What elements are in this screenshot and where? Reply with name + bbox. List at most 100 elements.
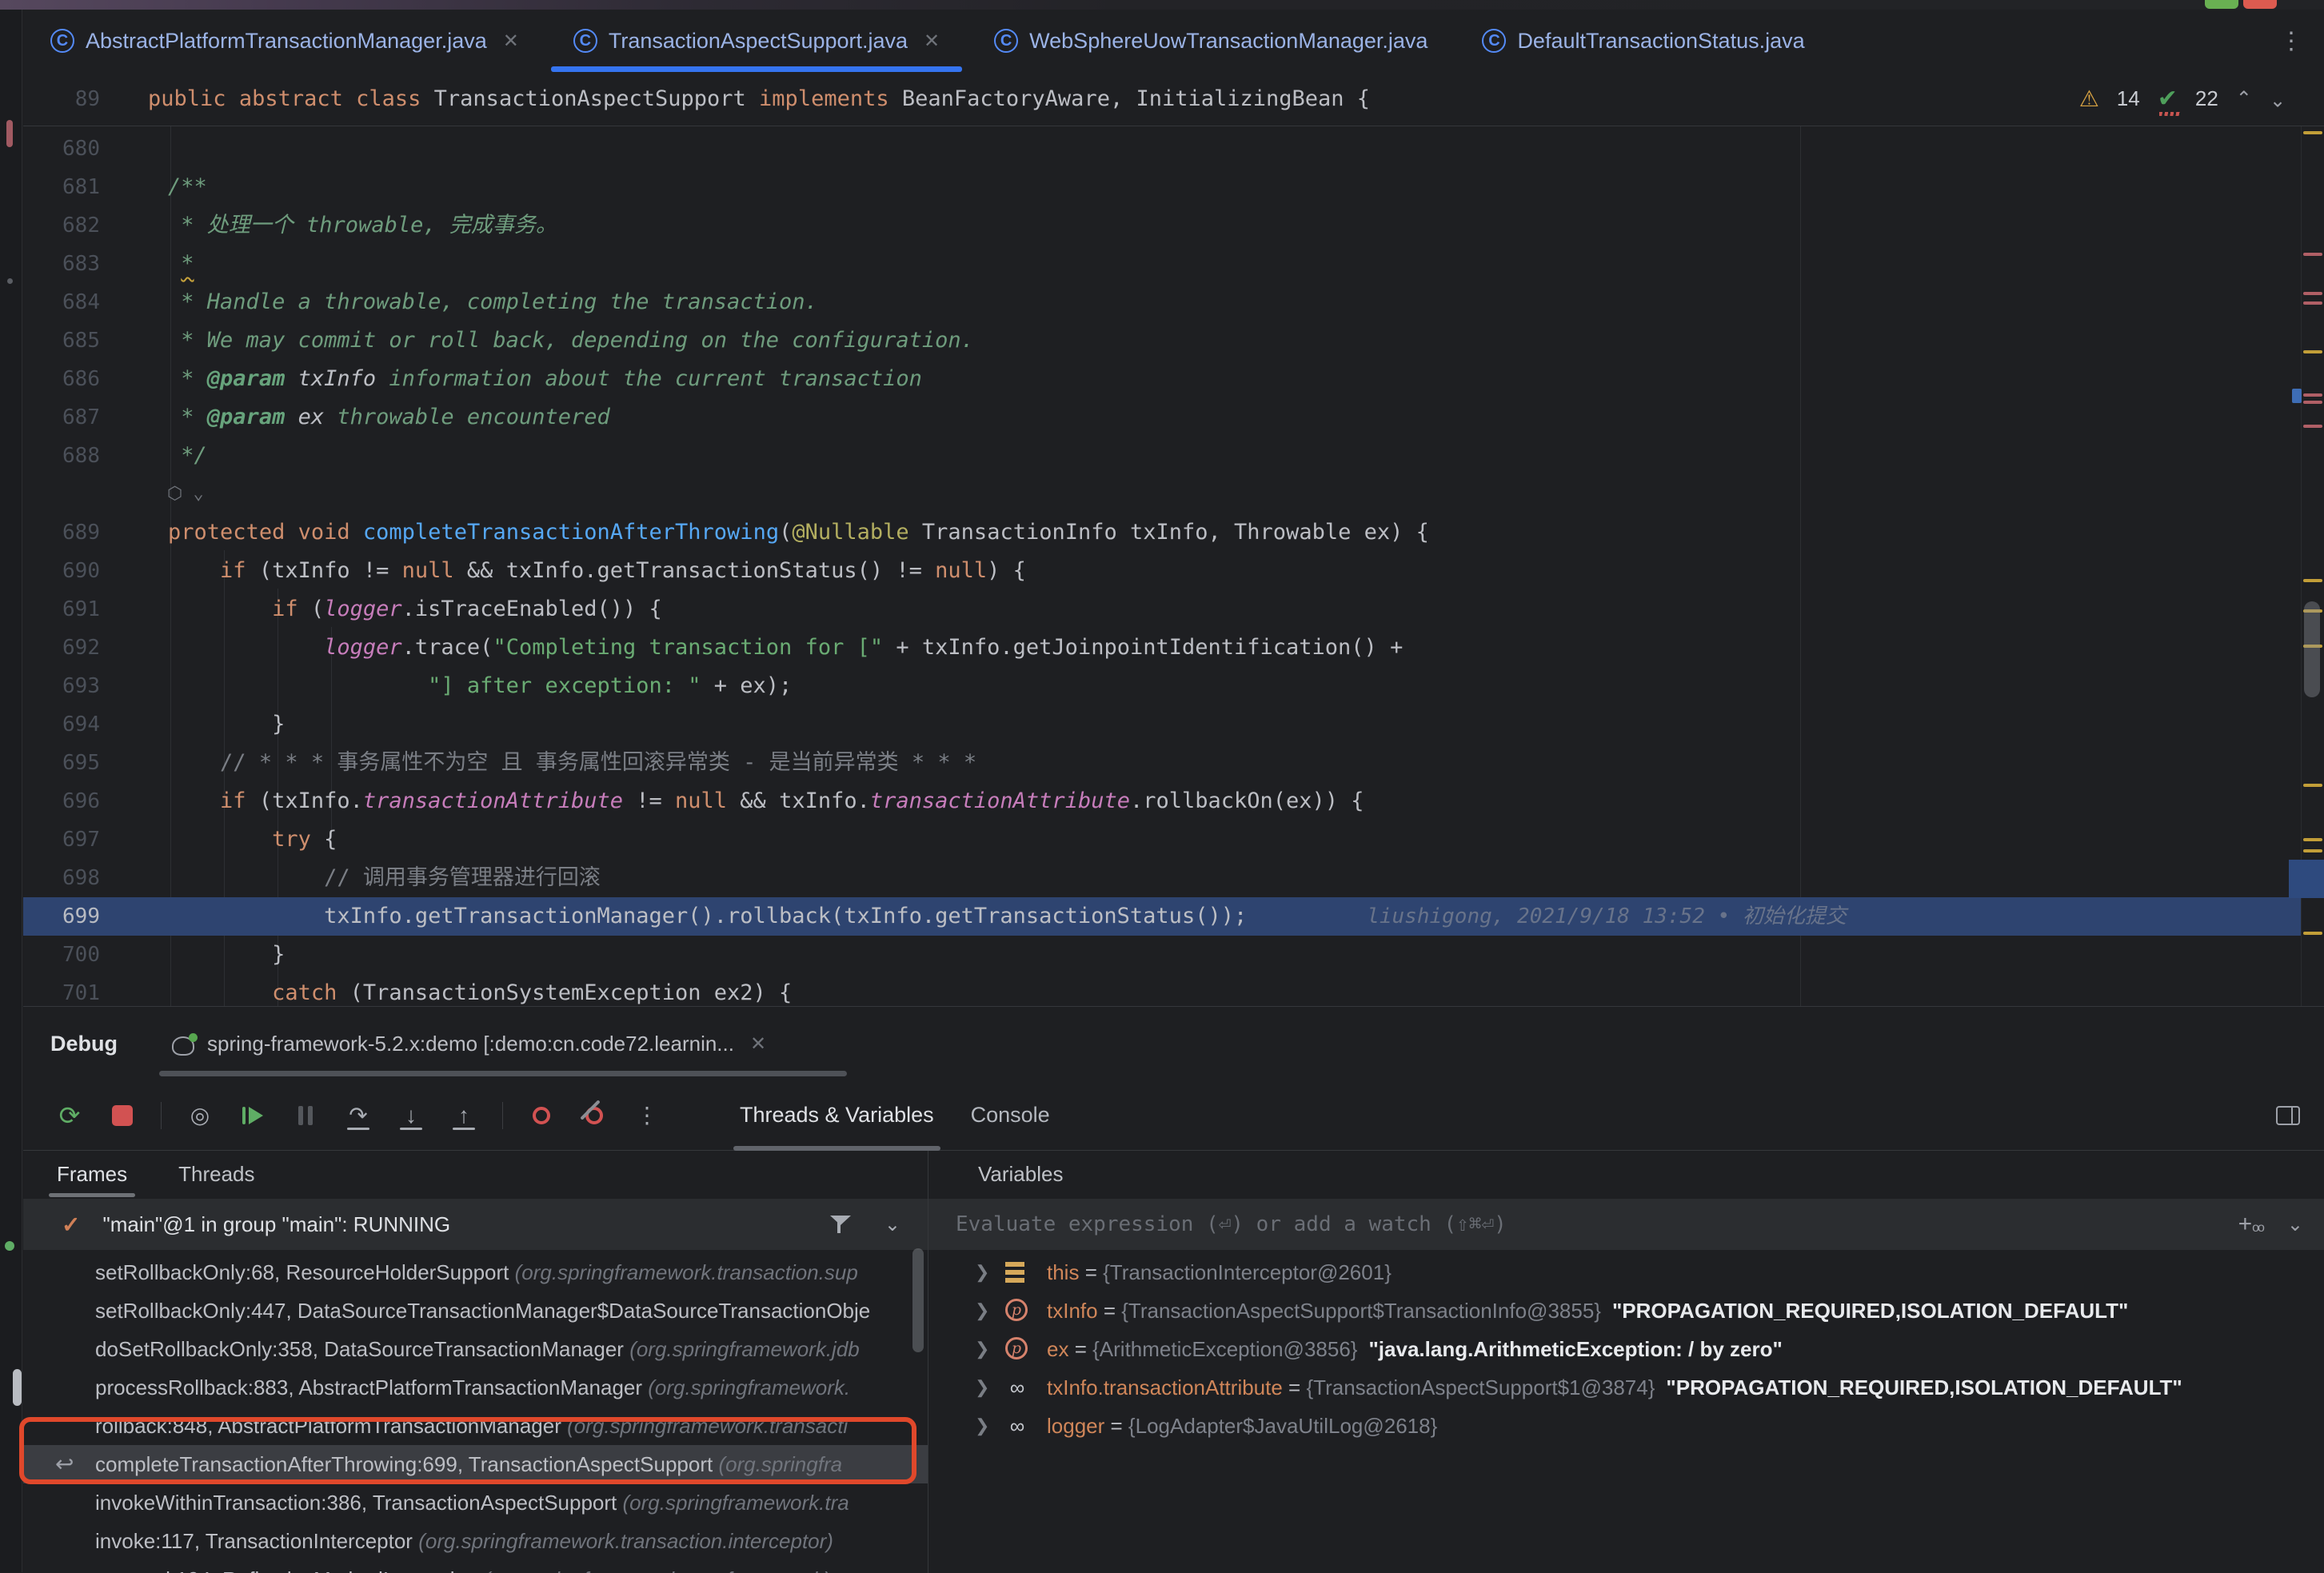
prev-problem-icon[interactable]: ⌃ (2236, 87, 2252, 110)
code-line[interactable]: 687 * @param ex throwable encountered (23, 398, 2324, 437)
stack-frame[interactable]: setRollbackOnly:68, ResourceHolderSuppor… (23, 1253, 928, 1292)
stripe-error-mark[interactable] (2303, 425, 2322, 428)
expand-chevron-icon[interactable]: ❯ (975, 1292, 989, 1330)
variable-row[interactable]: ❯∞txInfo.transactionAttribute = {Transac… (928, 1368, 2324, 1407)
expand-chevron-icon[interactable]: ❯ (975, 1253, 989, 1292)
line-number[interactable]: 696 (23, 782, 100, 820)
stack-frame[interactable]: invoke:117, TransactionInterceptor (org.… (23, 1522, 928, 1560)
tab-frames[interactable]: Frames (52, 1151, 132, 1197)
line-number[interactable]: 692 (23, 629, 100, 667)
stripe-error-mark[interactable] (2303, 301, 2322, 305)
stripe-error-mark[interactable] (2303, 253, 2322, 256)
tab-console[interactable]: Console (964, 1080, 1056, 1151)
line-number[interactable]: 687 (23, 398, 100, 437)
stack-frame[interactable]: setRollbackOnly:447, DataSourceTransacti… (23, 1292, 928, 1330)
tab-close-icon[interactable]: ✕ (503, 30, 519, 53)
next-problem-icon[interactable]: ⌃ (2270, 87, 2286, 110)
code-line[interactable]: 680 (23, 130, 2324, 168)
frames-scrollbar-thumb[interactable] (912, 1248, 924, 1352)
line-number[interactable]: 684 (23, 283, 100, 321)
stripe-warning-mark[interactable] (2303, 579, 2322, 582)
tool-window-stripe[interactable] (0, 10, 22, 1572)
check-count[interactable]: 22 (2195, 86, 2218, 111)
code-line[interactable]: 701 catch (TransactionSystemException ex… (23, 974, 2324, 1006)
editor-tab[interactable]: CTransactionAspectSupport.java✕ (546, 10, 967, 72)
stripe-warning-mark[interactable] (2303, 131, 2322, 134)
stripe-error-mark[interactable] (2303, 292, 2322, 295)
code-line[interactable]: 696 if (txInfo.transactionAttribute != n… (23, 782, 2324, 820)
code-line[interactable]: 693 "] after exception: " + ex); (23, 667, 2324, 705)
code-line[interactable]: 683 * (23, 245, 2324, 283)
editor-tab[interactable]: CDefaultTransactionStatus.java (1455, 10, 1831, 72)
code-line[interactable]: 689 protected void completeTransactionAf… (23, 513, 2324, 552)
line-number[interactable]: 683 (23, 245, 100, 283)
tab-close-icon[interactable]: ✕ (924, 30, 940, 53)
show-execution-point-button[interactable]: ◎ (186, 1101, 214, 1130)
code-line[interactable]: 690 if (txInfo != null && txInfo.getTran… (23, 552, 2324, 590)
step-into-button[interactable]: ↓ (397, 1101, 425, 1130)
chevron-down-icon[interactable]: ⌄ (2287, 1213, 2303, 1236)
line-number[interactable]: 694 (23, 705, 100, 744)
expand-chevron-icon[interactable]: ❯ (975, 1368, 989, 1407)
window-button-red[interactable] (2243, 0, 2277, 9)
expand-chevron-icon[interactable]: ❯ (975, 1330, 989, 1368)
stack-frame[interactable]: processRollback:883, AbstractPlatformTra… (23, 1368, 928, 1407)
code-line[interactable]: 697 try { (23, 820, 2324, 859)
stripe-error-mark[interactable] (2303, 401, 2322, 404)
line-number[interactable]: 686 (23, 360, 100, 398)
step-over-button[interactable]: ↷ (344, 1101, 373, 1130)
line-number[interactable]: 689 (23, 513, 100, 552)
sticky-class-header[interactable]: 89 public abstract class TransactionAspe… (23, 72, 2324, 126)
resume-button[interactable] (238, 1101, 267, 1130)
stripe-warning-mark[interactable] (2303, 784, 2322, 787)
tab-threads[interactable]: Threads (174, 1151, 259, 1197)
step-out-button[interactable]: ↑ (449, 1101, 478, 1130)
code-line[interactable]: 685 * We may commit or roll back, depend… (23, 321, 2324, 360)
pause-button[interactable] (291, 1101, 320, 1130)
error-stripe[interactable] (2301, 126, 2324, 1006)
session-close-icon[interactable]: ✕ (750, 1032, 766, 1056)
stack-frame[interactable]: proceed:194, ReflectiveMethodInvocation … (23, 1560, 928, 1573)
editor-scrollbar-thumb[interactable] (2304, 601, 2320, 697)
tabs-more-icon[interactable]: ⋮ (2279, 10, 2324, 72)
stack-frame[interactable]: doSetRollbackOnly:358, DataSourceTransac… (23, 1330, 928, 1368)
line-number[interactable]: 700 (23, 936, 100, 974)
bookmark-marker[interactable] (2292, 389, 2302, 403)
view-breakpoints-button[interactable] (527, 1101, 556, 1130)
tab-threads-variables[interactable]: Threads & Variables (733, 1080, 940, 1151)
line-number[interactable]: 681 (23, 168, 100, 206)
filter-icon[interactable] (829, 1212, 853, 1236)
code-line[interactable]: 700 } (23, 936, 2324, 974)
stripe-warning-mark[interactable] (2303, 838, 2322, 841)
window-button-green[interactable] (2205, 0, 2238, 9)
code-line[interactable]: 691 if (logger.isTraceEnabled()) { (23, 590, 2324, 629)
rerun-button[interactable]: ⟳ (55, 1101, 84, 1130)
stripe-warning-mark[interactable] (2303, 849, 2322, 852)
line-number[interactable]: 685 (23, 321, 100, 360)
mute-breakpoints-button[interactable] (580, 1101, 609, 1130)
debug-session-tab[interactable]: spring-framework-5.2.x:demo [:demo:cn.co… (172, 1032, 766, 1056)
stack-frame[interactable]: rollback:848, AbstractPlatformTransactio… (23, 1407, 928, 1445)
code-line[interactable]: 686 * @param txInfo information about th… (23, 360, 2324, 398)
line-number[interactable]: 698 (23, 859, 100, 897)
line-number[interactable]: 688 (23, 437, 100, 475)
stack-frame[interactable]: invokeWithinTransaction:386, Transaction… (23, 1483, 928, 1522)
line-number[interactable]: 693 (23, 667, 100, 705)
expand-chevron-icon[interactable]: ❯ (975, 1407, 989, 1445)
code-line[interactable]: 695 // * * * 事务属性不为空 且 事务属性回滚异常类 - 是当前异常… (23, 744, 2324, 782)
more-options-icon[interactable]: ⋮ (633, 1101, 661, 1130)
code-editor[interactable]: 680681 /**682 * 处理一个 throwable, 完成事务。683… (23, 126, 2324, 1006)
line-number[interactable]: 682 (23, 206, 100, 245)
line-number[interactable]: 691 (23, 590, 100, 629)
code-line[interactable]: 688 */ (23, 437, 2324, 475)
variable-row[interactable]: ❯pex = {ArithmeticException@3856}"java.l… (928, 1330, 2324, 1368)
code-line[interactable]: 681 /** (23, 168, 2324, 206)
chevron-down-icon[interactable]: ⌄ (884, 1213, 900, 1236)
inlay-hint-row[interactable]: ⬡ ⌄ (23, 475, 2324, 513)
code-line[interactable]: 684 * Handle a throwable, completing the… (23, 283, 2324, 321)
stripe-error-mark[interactable] (2303, 393, 2322, 397)
thread-selector-row[interactable]: ✓ "main"@1 in group "main": RUNNING ⌄ (23, 1199, 928, 1250)
evaluate-expression-bar[interactable]: Evaluate expression (⏎) or add a watch (… (928, 1199, 2324, 1250)
line-number[interactable]: 697 (23, 820, 100, 859)
stripe-warning-mark[interactable] (2303, 932, 2322, 935)
